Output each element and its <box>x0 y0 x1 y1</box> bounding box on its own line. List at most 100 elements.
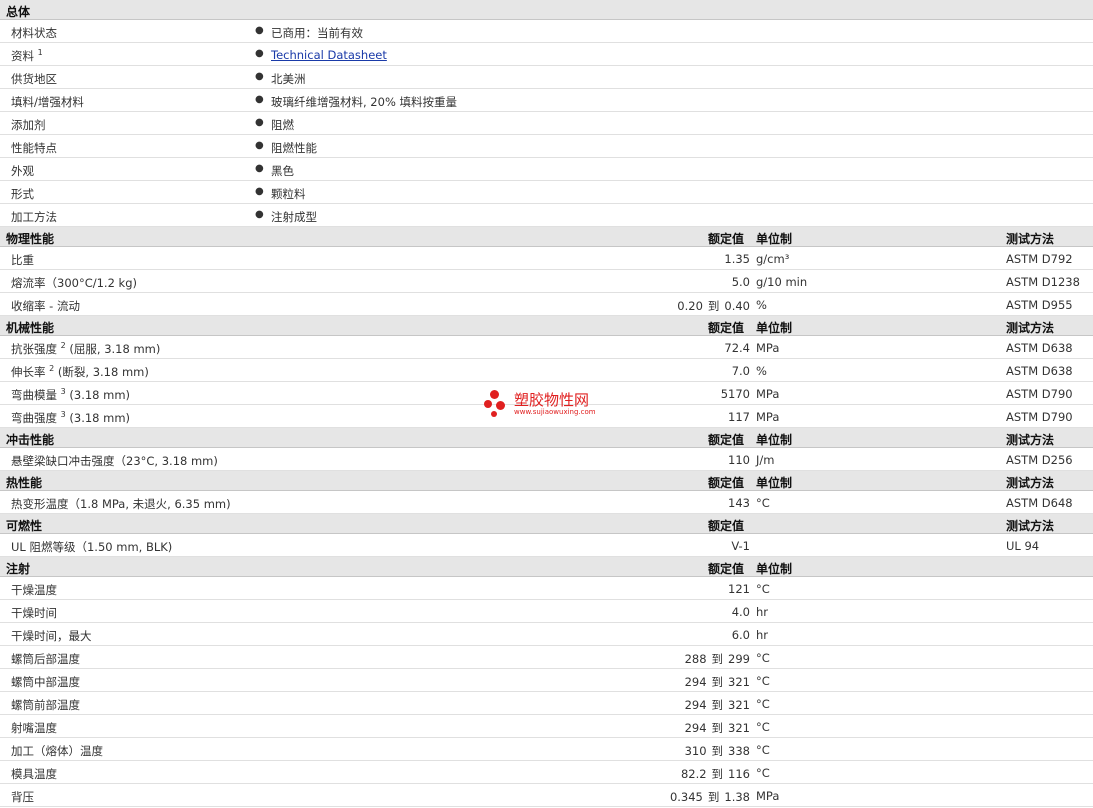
unit-value: MPa <box>756 341 780 355</box>
property-row: 模具温度 82.2 到 116 °C <box>0 761 1093 784</box>
unit-value: °C <box>756 582 770 596</box>
property-row: 螺筒前部温度 294 到 321 °C <box>0 692 1093 715</box>
range-to-label: 到 <box>711 652 724 666</box>
property-label-text: 加工（熔体）温度 <box>11 744 103 758</box>
column-header-method: 测试方法 <box>1006 476 1055 490</box>
value-text: 4.0 <box>731 605 750 619</box>
property-value: 黑色 <box>271 164 294 178</box>
property-label: 模具温度 <box>11 766 57 782</box>
property-label: 加工（熔体）温度 <box>11 743 103 759</box>
bullet-icon: ● <box>255 117 264 128</box>
property-label: 弯曲强度 3 (3.18 mm) <box>11 410 130 426</box>
value-text: 117 <box>728 410 750 424</box>
property-label: 填料/增强材料 <box>11 94 84 110</box>
column-header-nominal: 额定值 <box>708 433 745 447</box>
property-label-text: 模具温度 <box>11 767 57 781</box>
nominal-value: 5.0 <box>732 275 750 289</box>
nominal-value: 310 到 338 <box>685 743 750 759</box>
property-row: 热变形温度（1.8 MPa, 未退火, 6.35 mm) 143 °C ASTM D6… <box>0 491 1093 514</box>
bullet-icon: ● <box>255 186 264 197</box>
general-row: 形式 ● 颗粒料 <box>0 181 1093 204</box>
nominal-value: 294 到 321 <box>685 720 750 736</box>
property-label: 伸长率 2 (断裂, 3.18 mm) <box>11 364 149 380</box>
unit-value: °C <box>756 697 770 711</box>
range-to: 1.38 <box>724 790 750 804</box>
range-to-label: 到 <box>711 767 724 781</box>
bullet-icon: ● <box>255 71 264 82</box>
test-method: ASTM D955 <box>1006 298 1073 312</box>
property-label: 收缩率 - 流动 <box>11 298 80 314</box>
property-label-text: 干燥时间，最大 <box>11 629 92 643</box>
test-method: ASTM D638 <box>1006 364 1073 378</box>
unit-value: MPa <box>756 410 780 424</box>
unit-value: °C <box>756 674 770 688</box>
watermark-text: 塑胶物性网 <box>514 391 590 409</box>
property-label-text: 填料/增强材料 <box>11 95 84 109</box>
range-from: 0.345 <box>669 790 703 804</box>
property-label-text: 加工方法 <box>11 210 57 224</box>
logo-dot <box>484 400 492 408</box>
footnote-marker: 1 <box>37 48 43 58</box>
property-label: 悬壁梁缺口冲击强度（23°C, 3.18 mm) <box>11 453 218 469</box>
property-label: 弯曲模量 3 (3.18 mm) <box>11 387 130 403</box>
value-text: V-1 <box>731 539 750 553</box>
unit-value: °C <box>756 496 770 510</box>
property-label-text: 螺筒前部温度 <box>11 698 80 712</box>
property-condition: (3.18 mm) <box>69 388 131 402</box>
unit-value: °C <box>756 766 770 780</box>
property-label-text: 干燥温度 <box>11 583 57 597</box>
property-label-text: 弯曲模量 <box>11 388 57 402</box>
nominal-value: 117 <box>728 410 750 424</box>
nominal-value: 143 <box>728 496 750 510</box>
footnote-marker: 3 <box>60 387 66 397</box>
column-header-nominal: 额定值 <box>708 321 745 335</box>
logo-dot <box>496 401 505 410</box>
general-row: 添加剂 ● 阻燃 <box>0 112 1093 135</box>
property-label: 螺筒前部温度 <box>11 697 80 713</box>
property-label-text: 抗张强度 <box>11 342 57 356</box>
section-header: 物理性能 额定值 单位制 测试方法 <box>0 227 1093 247</box>
property-label-text: 供货地区 <box>11 72 57 86</box>
test-method: ASTM D1238 <box>1006 275 1080 289</box>
property-label-text: 外观 <box>11 164 34 178</box>
unit-value: °C <box>756 651 770 665</box>
nominal-value: V-1 <box>731 539 750 553</box>
unit-value: hr <box>756 628 769 642</box>
footnote-marker: 2 <box>60 341 66 351</box>
unit-value: °C <box>756 720 770 734</box>
property-label: 背压 <box>11 789 34 805</box>
property-label-text: 热变形温度（1.8 MPa, 未退火, 6.35 mm) <box>11 497 231 511</box>
section-header: 注射 额定值 单位制 <box>0 557 1093 577</box>
range-from: 82.2 <box>680 767 707 781</box>
unit-value: °C <box>756 743 770 757</box>
value-text: 7.0 <box>731 364 750 378</box>
datasheet-link[interactable]: Technical Datasheet <box>271 48 387 62</box>
section-title: 注射 <box>6 562 31 576</box>
section-title: 冲击性能 <box>6 433 55 447</box>
property-condition: (3.18 mm) <box>69 411 131 425</box>
range-to: 321 <box>728 698 750 712</box>
property-label: 干燥时间，最大 <box>11 628 92 644</box>
test-method: ASTM D256 <box>1006 453 1073 467</box>
range-to: 299 <box>728 652 750 666</box>
property-value: 颗粒料 <box>271 187 306 201</box>
footnote-marker: 2 <box>49 364 55 374</box>
nominal-value: 4.0 <box>732 605 750 619</box>
nominal-value: 121 <box>728 582 750 596</box>
range-to-label: 到 <box>711 675 724 689</box>
range-from: 0.20 <box>677 299 703 313</box>
unit-value: % <box>756 298 767 312</box>
range-to-label: 到 <box>711 698 724 712</box>
bullet-icon: ● <box>255 209 264 220</box>
property-row: 干燥时间，最大 6.0 hr <box>0 623 1093 646</box>
range-to: 0.40 <box>724 299 750 313</box>
column-header-nominal: 额定值 <box>708 519 745 533</box>
property-label: 形式 <box>11 186 34 202</box>
property-row: 伸长率 2 (断裂, 3.18 mm) 7.0% ASTM D638 <box>0 359 1093 382</box>
general-row: 供货地区 ● 北美洲 <box>0 66 1093 89</box>
column-header-nominal: 额定值 <box>708 562 745 576</box>
property-label: 射嘴温度 <box>11 720 57 736</box>
property-row: 螺筒后部温度 288 到 299 °C <box>0 646 1093 669</box>
general-row: 加工方法 ● 注射成型 <box>0 204 1093 227</box>
range-to: 321 <box>728 675 750 689</box>
